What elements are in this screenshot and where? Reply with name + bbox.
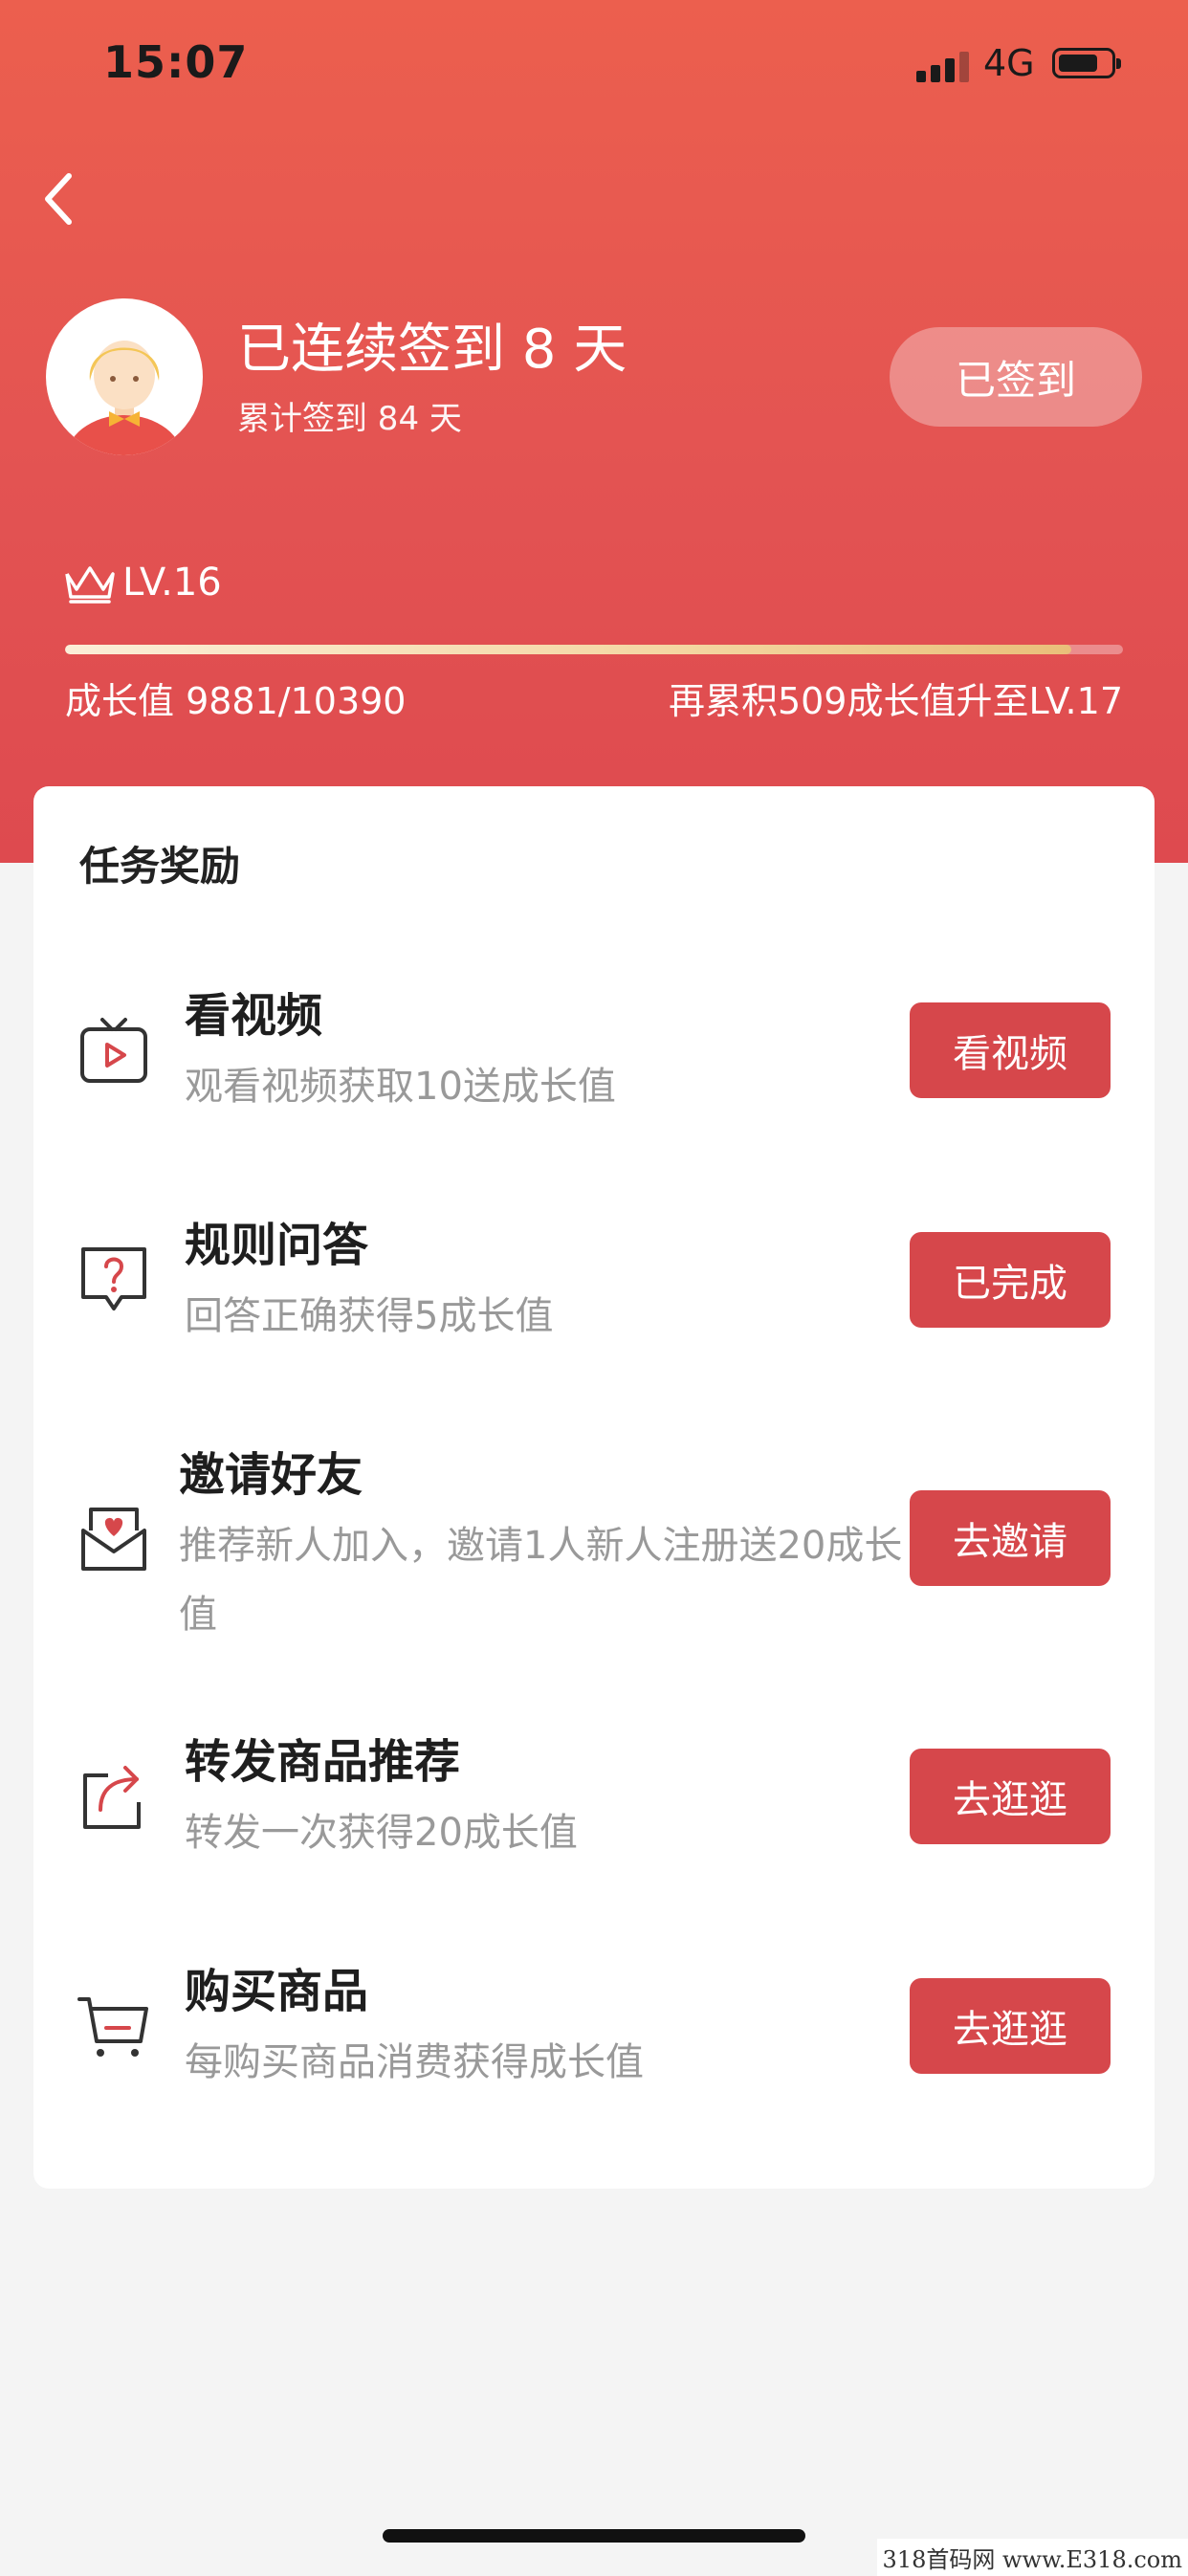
- task-description: 回答正确获得5成长值: [185, 1294, 554, 1338]
- task-item-share: 转发商品推荐 转发一次获得20成长值 去逛逛: [33, 1720, 1155, 1873]
- task-reward-card: 任务奖励 看视频 观看视频获取10送成长值 看视频 规则问答 回答正确获得5成长…: [33, 786, 1155, 2189]
- status-bar: 15:07 4G: [0, 0, 1188, 124]
- task-description: 推荐新人加入，邀请1人新人注册送20成长值: [179, 1524, 903, 1637]
- task-name: 规则问答: [185, 1219, 369, 1272]
- share-arrow-icon: [83, 1766, 141, 1829]
- task-name: 邀请好友: [179, 1448, 363, 1502]
- home-indicator[interactable]: [383, 2529, 805, 2543]
- level-label: LV.16: [122, 561, 222, 605]
- task-name: 看视频: [185, 989, 323, 1043]
- level-progress-bar: [65, 645, 1123, 654]
- section-title: 任务奖励: [79, 843, 241, 890]
- growth-value-text: 成长值 9881/10390: [65, 680, 407, 722]
- tv-play-icon: [80, 1018, 147, 1083]
- watermark-text: 318首码网 www.E318.com: [876, 2539, 1188, 2576]
- invite-button[interactable]: 去邀请: [910, 1490, 1111, 1586]
- browse-button[interactable]: 去逛逛: [910, 1978, 1111, 2074]
- avatar[interactable]: [46, 298, 203, 455]
- signed-button[interactable]: 已签到: [890, 327, 1142, 427]
- cart-icon: [77, 1997, 148, 2057]
- question-bubble-icon: [81, 1247, 146, 1310]
- next-level-hint: 再累积509成长值升至LV.17: [668, 680, 1123, 722]
- task-item-invite: 邀请好友 推荐新人加入，邀请1人新人注册送20成长值 去邀请: [33, 1433, 1155, 1643]
- task-description: 观看视频获取10送成长值: [185, 1065, 616, 1109]
- crown-icon: [65, 566, 115, 604]
- task-name: 转发商品推荐: [185, 1735, 461, 1789]
- total-sign-count: 累计签到 84 天: [237, 400, 462, 438]
- signal-icon: [916, 52, 970, 82]
- watch-video-button[interactable]: 看视频: [910, 1002, 1111, 1098]
- task-description: 每购买商品消费获得成长值: [185, 2040, 644, 2084]
- sign-streak-title: 已连续签到 8 天: [237, 319, 627, 381]
- level-progress-fill: [65, 645, 1071, 654]
- avatar-icon: [65, 341, 184, 455]
- task-description: 转发一次获得20成长值: [185, 1811, 578, 1855]
- battery-icon: [1052, 48, 1121, 78]
- status-time: 15:07: [103, 36, 249, 88]
- task-name: 购买商品: [185, 1965, 369, 2018]
- network-type: 4G: [983, 42, 1035, 84]
- envelope-heart-icon: [81, 1508, 146, 1571]
- task-item-purchase: 购买商品 每购买商品消费获得成长值 去逛逛: [33, 1949, 1155, 2103]
- task-item-watch-video: 看视频 观看视频获取10送成长值 看视频: [33, 974, 1155, 1127]
- task-item-quiz: 规则问答 回答正确获得5成长值 已完成: [33, 1203, 1155, 1356]
- quiz-completed-button[interactable]: 已完成: [910, 1232, 1111, 1328]
- browse-button[interactable]: 去逛逛: [910, 1749, 1111, 1844]
- back-arrow-icon[interactable]: [38, 168, 86, 230]
- header-banner: 15:07 4G 已连续签到 8 天 累计签到 84 天 已签到 LV.16 成…: [0, 0, 1188, 863]
